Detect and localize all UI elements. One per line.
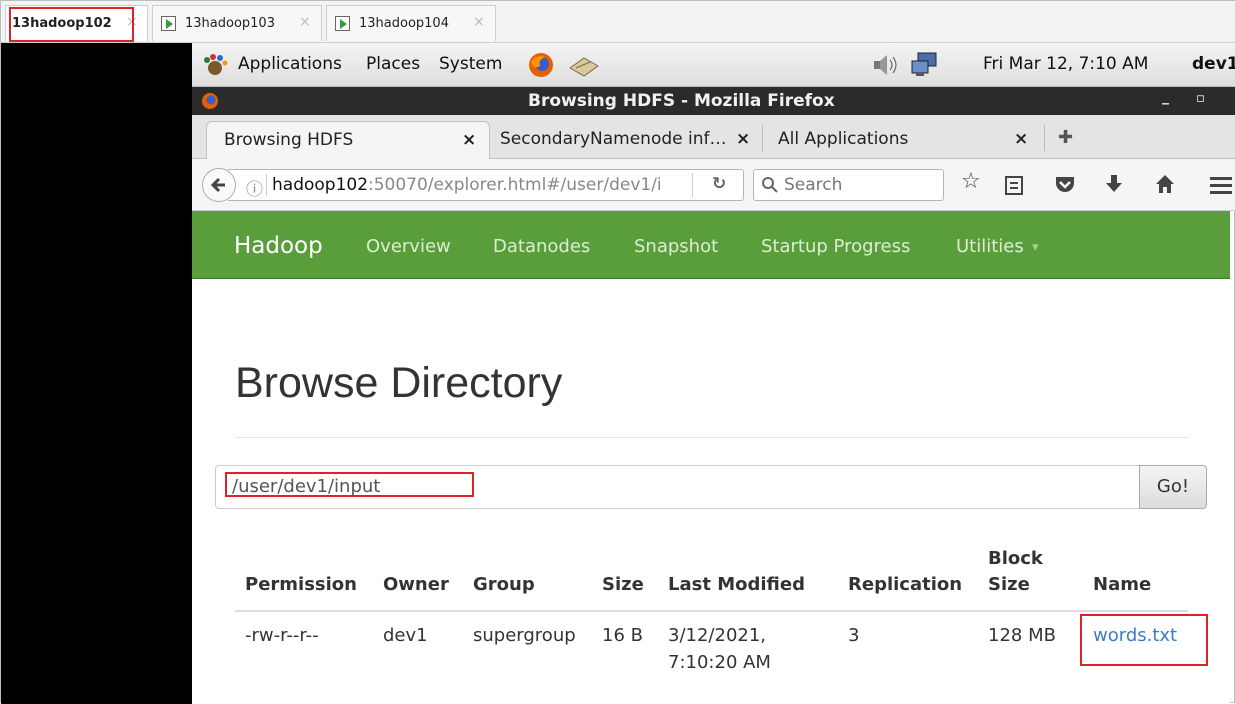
divider (235, 437, 1188, 438)
close-icon[interactable]: × (299, 14, 311, 30)
tab-label: All Applications (778, 129, 909, 149)
tab-divider (762, 125, 763, 151)
url-bar[interactable]: ⓘ hadoop102 :50070/explorer.html#/user/d… (228, 169, 744, 201)
search-placeholder: Search (784, 175, 843, 195)
volume-icon[interactable] (870, 53, 900, 77)
tab-browsing-hdfs[interactable]: Browsing HDFS × (206, 121, 490, 159)
window-title: Browsing HDFS - Mozilla Firefox (528, 91, 835, 111)
close-icon[interactable]: × (473, 14, 485, 30)
vm-tab-13hadoop103[interactable]: 13hadoop103 × (152, 5, 322, 41)
highlight-box-filename (1080, 614, 1208, 666)
col-last-modified[interactable]: Last Modified (668, 574, 805, 595)
close-icon[interactable]: × (1014, 129, 1028, 149)
vm-tab-label: 13hadoop104 (359, 16, 449, 31)
col-name[interactable]: Name (1093, 574, 1151, 595)
minimize-icon[interactable]: _ (1162, 89, 1169, 105)
tab-divider (1044, 125, 1045, 151)
tab-secondary-namenode[interactable]: SecondaryNamenode inf… × (490, 121, 760, 159)
cell-group: supergroup (473, 625, 576, 646)
cell-permission: -rw-r--r-- (245, 625, 319, 646)
col-block-size-line2[interactable]: Size (988, 574, 1030, 595)
browser-tab-strip: Browsing HDFS × SecondaryNamenode inf… ×… (192, 115, 1235, 159)
tab-label: SecondaryNamenode inf… (500, 129, 727, 149)
bookmarks-menu-icon[interactable] (1004, 174, 1024, 196)
col-group[interactable]: Group (473, 574, 535, 595)
vm-tab-strip: 13hadoop102 × 13hadoop103 × 13hadoop104 … (1, 1, 1235, 43)
col-permission[interactable]: Permission (245, 574, 357, 595)
menu-hamburger-icon[interactable] (1210, 175, 1232, 195)
nav-datanodes[interactable]: Datanodes (493, 236, 590, 257)
close-icon[interactable]: × (736, 129, 750, 149)
new-tab-icon[interactable]: ✚ (1058, 127, 1073, 148)
search-icon (762, 177, 778, 193)
navigation-bar: ⓘ hadoop102 :50070/explorer.html#/user/d… (192, 159, 1235, 211)
cell-size: 16 B (602, 625, 643, 646)
back-button[interactable] (202, 168, 236, 202)
maximize-icon[interactable]: ▫ (1196, 91, 1205, 106)
tab-all-applications[interactable]: All Applications × (766, 121, 1038, 159)
firefox-titlebar: Browsing HDFS - Mozilla Firefox _ ▫ (192, 87, 1235, 115)
highlight-box-path (225, 472, 474, 497)
vm-tab-label: 13hadoop103 (185, 16, 275, 31)
nav-utilities[interactable]: Utilities (956, 236, 1024, 257)
reload-icon[interactable]: ↻ (712, 174, 726, 194)
menu-system[interactable]: System (439, 54, 502, 74)
vm-tab-13hadoop104[interactable]: 13hadoop104 × (326, 5, 496, 41)
cell-replication: 3 (848, 625, 860, 646)
gnome-top-panel: Applications Places System Fri Mar 12, 7… (192, 43, 1235, 87)
nav-snapshot[interactable]: Snapshot (634, 236, 718, 257)
clock[interactable]: Fri Mar 12, 7:10 AM (983, 54, 1148, 74)
url-divider (266, 174, 267, 196)
close-icon[interactable]: × (462, 130, 476, 150)
chevron-down-icon: ▾ (1032, 240, 1039, 255)
home-icon[interactable] (1154, 173, 1176, 195)
gnome-foot-icon (204, 54, 228, 75)
url-path: :50070/explorer.html#/user/dev1/i (368, 175, 662, 195)
downloads-icon[interactable] (1104, 173, 1124, 195)
vm-icon (335, 16, 350, 31)
col-replication[interactable]: Replication (848, 574, 962, 595)
menu-applications[interactable]: Applications (238, 54, 342, 74)
cell-owner: dev1 (383, 625, 428, 646)
cell-modified-time: 7:10:20 AM (668, 652, 771, 673)
network-icon[interactable] (910, 51, 940, 79)
back-arrow-icon (210, 177, 225, 193)
vm-icon (161, 16, 176, 31)
firefox-icon (202, 93, 218, 109)
col-size[interactable]: Size (602, 574, 644, 595)
pocket-icon[interactable] (1054, 174, 1076, 194)
col-block-size-line1[interactable]: Block (988, 548, 1043, 569)
tab-label: Browsing HDFS (224, 130, 354, 150)
user-name[interactable]: dev1 (1192, 54, 1235, 74)
nav-startup-progress[interactable]: Startup Progress (761, 236, 910, 257)
firefox-launcher-icon[interactable] (528, 52, 554, 78)
hadoop-brand[interactable]: Hadoop (234, 233, 323, 259)
vm-background (1, 43, 192, 704)
url-host: hadoop102 (272, 175, 369, 195)
col-owner[interactable]: Owner (383, 574, 449, 595)
menu-places[interactable]: Places (366, 54, 420, 74)
screenshot-frame: 13hadoop102 × 13hadoop103 × 13hadoop104 … (0, 0, 1235, 704)
page-title: Browse Directory (235, 359, 563, 407)
bookmark-star-icon[interactable]: ☆ (961, 169, 981, 194)
cell-block-size: 128 MB (988, 625, 1056, 646)
search-input[interactable]: Search (753, 169, 944, 201)
info-icon[interactable]: ⓘ (246, 175, 263, 200)
hadoop-navbar: Hadoop Overview Datanodes Snapshot Start… (192, 211, 1230, 279)
cell-modified-date: 3/12/2021, (668, 625, 767, 646)
url-divider (692, 173, 693, 197)
table-header-divider (235, 610, 1188, 612)
highlight-box-vm-tab (9, 7, 134, 42)
go-button[interactable]: Go! (1139, 465, 1207, 509)
mail-launcher-icon[interactable] (568, 54, 600, 78)
nav-overview[interactable]: Overview (366, 236, 451, 257)
